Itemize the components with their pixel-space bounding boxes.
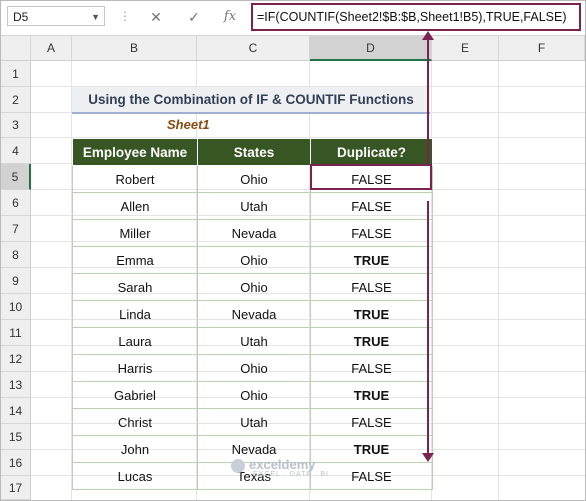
cell-name[interactable]: Gabriel [72, 381, 198, 409]
name-box[interactable]: D5 ▼ [7, 6, 105, 26]
row-header-8[interactable]: 8 [1, 242, 31, 268]
row-header-11[interactable]: 11 [1, 320, 31, 346]
arrow-up-icon [422, 31, 434, 40]
select-all-corner[interactable] [1, 36, 31, 61]
arrow-down-line [427, 201, 429, 453]
cell-state[interactable]: Ohio [197, 246, 311, 274]
cell-state[interactable]: Utah [197, 408, 311, 436]
cell-duplicate[interactable]: TRUE [310, 381, 433, 409]
enter-icon[interactable]: ✓ [183, 7, 205, 27]
cell-duplicate[interactable]: TRUE [310, 300, 433, 328]
column-header-d[interactable]: D [310, 36, 432, 61]
cell-duplicate[interactable]: FALSE [310, 219, 433, 247]
header-states[interactable]: States [197, 138, 311, 166]
row-header-12[interactable]: 12 [1, 346, 31, 372]
arrow-up-line [427, 39, 429, 164]
header-duplicate[interactable]: Duplicate? [310, 138, 433, 166]
row-header-14[interactable]: 14 [1, 398, 31, 424]
row-header-4[interactable]: 4 [1, 138, 31, 164]
exceldemy-logo-icon [231, 458, 245, 473]
cell-state[interactable]: Ohio [197, 165, 311, 193]
cell-state[interactable]: Nevada [197, 219, 311, 247]
table-row: Gabriel Ohio TRUE [72, 381, 433, 409]
cell-name[interactable]: Harris [72, 354, 198, 382]
row-header-13[interactable]: 13 [1, 372, 31, 398]
cell-duplicate[interactable]: TRUE [310, 327, 433, 355]
column-header-e[interactable]: E [432, 36, 499, 61]
cell-name[interactable]: Lucas [72, 462, 198, 490]
watermark-logo: exceldemy EXCEL · DATA · BI [231, 457, 329, 478]
employee-table: Employee Name States Duplicate? Robert Oh… [72, 138, 433, 490]
row-header-7[interactable]: 7 [1, 216, 31, 242]
row-header-15[interactable]: 15 [1, 424, 31, 450]
header-employee-name[interactable]: Employee Name [72, 138, 198, 166]
column-header-a[interactable]: A [31, 36, 72, 61]
table-row: Laura Utah TRUE [72, 327, 433, 355]
table-row: Miller Nevada FALSE [72, 219, 433, 247]
cell-state[interactable]: Ohio [197, 354, 311, 382]
gridline [498, 61, 499, 500]
row-header-17[interactable]: 17 [1, 476, 31, 500]
table-row: Allen Utah FALSE [72, 192, 433, 220]
row-header-3[interactable]: 3 [1, 113, 31, 138]
cell-name[interactable]: Laura [72, 327, 198, 355]
cell-name[interactable]: Christ [72, 408, 198, 436]
table-row: Christ Utah FALSE [72, 408, 433, 436]
cancel-icon[interactable]: ✕ [145, 7, 167, 27]
cell-name[interactable]: John [72, 435, 198, 463]
formula-input[interactable]: =IF(COUNTIF(Sheet2!$B:$B,Sheet1!B5),TRUE… [251, 3, 581, 31]
cell-state[interactable]: Ohio [197, 273, 311, 301]
cell-state[interactable]: Utah [197, 192, 311, 220]
sheet-title[interactable]: Using the Combination of IF & COUNTIF Fu… [72, 87, 430, 114]
cell-name[interactable]: Allen [72, 192, 198, 220]
chevron-down-icon[interactable]: ▼ [91, 7, 100, 27]
cell-name[interactable]: Robert [72, 165, 198, 193]
arrow-down-icon [422, 453, 434, 462]
cell-duplicate[interactable]: FALSE [310, 273, 433, 301]
cell-duplicate[interactable]: FALSE [310, 354, 433, 382]
name-box-value: D5 [13, 10, 29, 24]
column-header-f[interactable]: F [499, 36, 585, 61]
drag-handle-icon[interactable]: ⋮ [119, 9, 131, 23]
cell-state[interactable]: Nevada [197, 300, 311, 328]
row-header-1[interactable]: 1 [1, 61, 31, 87]
table-header-row: Employee Name States Duplicate? [72, 138, 433, 166]
cell-name[interactable]: Miller [72, 219, 198, 247]
cell-duplicate[interactable]: FALSE [310, 192, 433, 220]
row-header-10[interactable]: 10 [1, 294, 31, 320]
row-header-6[interactable]: 6 [1, 190, 31, 216]
cell-duplicate[interactable]: TRUE [310, 246, 433, 274]
table-row: Sarah Ohio FALSE [72, 273, 433, 301]
cell-name[interactable]: Emma [72, 246, 198, 274]
sheet-label[interactable]: Sheet1 [167, 117, 210, 132]
row-header-9[interactable]: 9 [1, 268, 31, 294]
excel-window: D5 ▼ ⋮ ✕ ✓ fx =IF(COUNTIF(Sheet2!$B:$B,S… [0, 0, 586, 501]
cell-name[interactable]: Sarah [72, 273, 198, 301]
watermark-name: exceldemy [249, 457, 316, 472]
insert-function-icon[interactable]: fx [219, 7, 241, 27]
watermark-tagline: EXCEL · DATA · BI [253, 470, 329, 478]
table-row: Emma Ohio TRUE [72, 246, 433, 274]
cell-name[interactable]: Linda [72, 300, 198, 328]
row-header-16[interactable]: 16 [1, 450, 31, 476]
active-cell-highlight [310, 164, 432, 190]
formula-bar: D5 ▼ ⋮ ✕ ✓ fx =IF(COUNTIF(Sheet2!$B:$B,S… [1, 1, 585, 36]
row-header-5[interactable]: 5 [1, 164, 31, 190]
table-row: Linda Nevada TRUE [72, 300, 433, 328]
row-header-2[interactable]: 2 [1, 87, 31, 113]
column-header-b[interactable]: B [72, 36, 197, 61]
column-header-c[interactable]: C [197, 36, 310, 61]
cell-state[interactable]: Ohio [197, 381, 311, 409]
cell-state[interactable]: Utah [197, 327, 311, 355]
table-row: Harris Ohio FALSE [72, 354, 433, 382]
cell-duplicate[interactable]: FALSE [310, 408, 433, 436]
